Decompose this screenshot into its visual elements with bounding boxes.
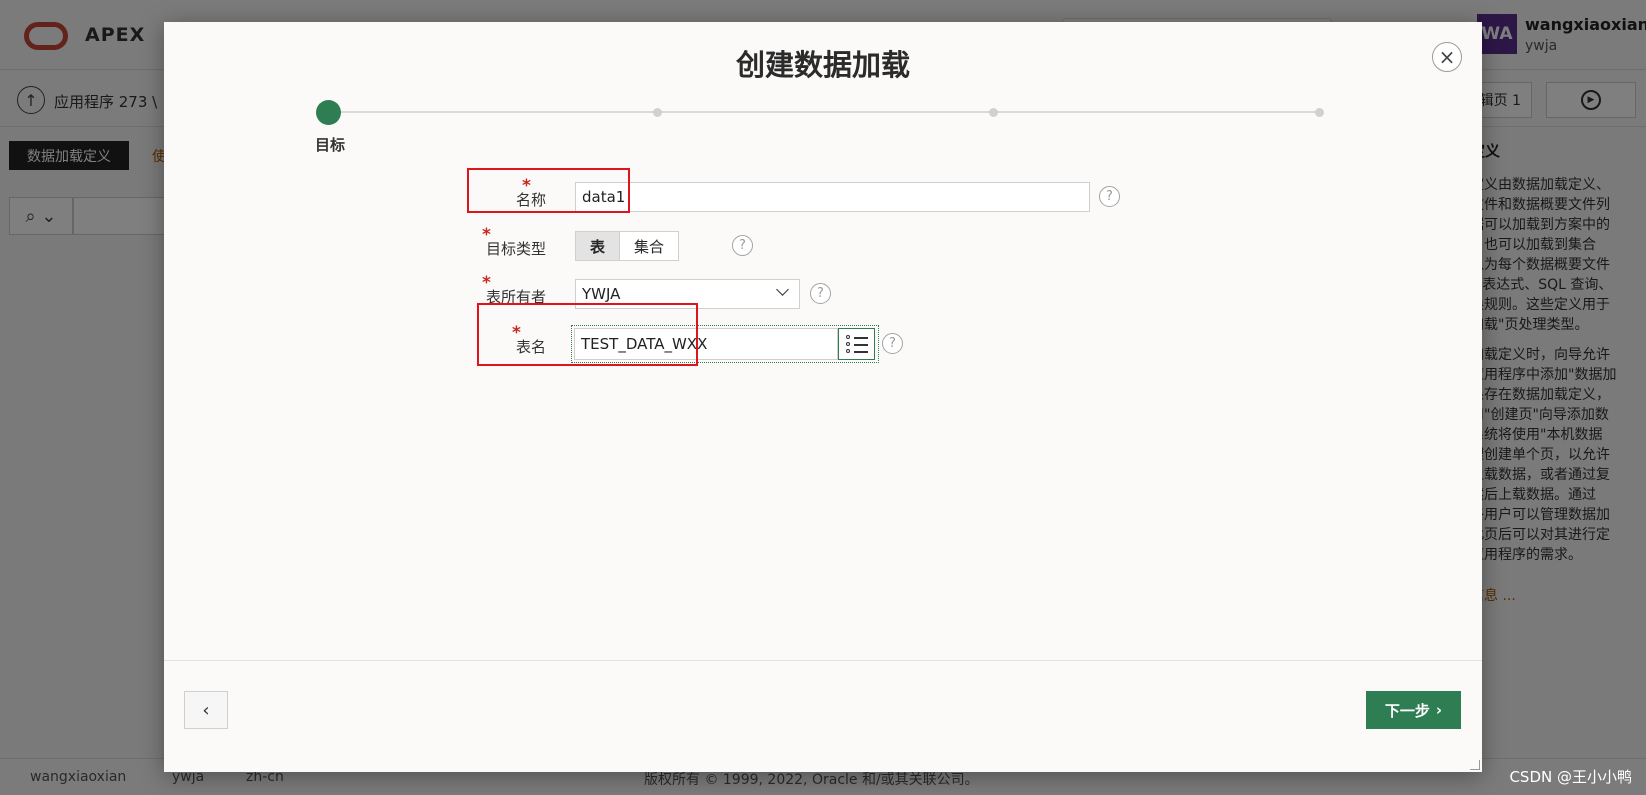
- chevron-right-icon: ›: [1435, 701, 1443, 719]
- create-data-load-dialog: 创建数据加载 × 目标 * 名称 ? * 目标类型 表 集合 ? * 表所有者 …: [164, 22, 1482, 772]
- annotation-box-name: [467, 168, 630, 213]
- watermark: CSDN @王小小鸭: [1509, 768, 1632, 786]
- help-icon[interactable]: ?: [1099, 186, 1120, 207]
- next-button-label: 下一步: [1384, 701, 1430, 720]
- wizard-current-step: [316, 100, 341, 125]
- list-icon: [845, 335, 868, 353]
- option-collection[interactable]: 集合: [620, 232, 679, 260]
- help-icon[interactable]: ?: [882, 333, 903, 354]
- name-row: * 名称 ?: [164, 176, 1482, 216]
- target-type-label: 目标类型: [485, 240, 546, 258]
- help-icon[interactable]: ?: [810, 283, 831, 304]
- target-type-toggle: 表 集合: [575, 231, 680, 261]
- dialog-title: 创建数据加载: [735, 48, 910, 82]
- table-owner-row: * 表所有者 YWJA ?: [164, 273, 1482, 313]
- list-picker-button[interactable]: [838, 328, 875, 360]
- wizard-step-dot: [989, 108, 998, 117]
- wizard-step-label: 目标: [314, 136, 345, 154]
- wizard-step-dot: [1315, 108, 1324, 117]
- help-icon[interactable]: ?: [732, 235, 753, 256]
- resize-handle-icon[interactable]: [1470, 760, 1480, 770]
- next-button[interactable]: 下一步 ›: [1366, 691, 1461, 729]
- previous-button[interactable]: ‹: [184, 691, 228, 729]
- wizard-progress-track: [328, 111, 1318, 113]
- table-name-row: * 表名 TEST_DATA_WXX ?: [164, 323, 1482, 363]
- table-owner-value: YWJA: [582, 285, 621, 303]
- name-input[interactable]: [575, 182, 1090, 212]
- close-icon[interactable]: ×: [1432, 42, 1462, 72]
- annotation-box-table-name: [477, 303, 698, 366]
- chevron-down-icon: [776, 283, 789, 296]
- option-table[interactable]: 表: [576, 232, 621, 260]
- target-type-row: * 目标类型 表 集合 ?: [164, 225, 1482, 265]
- dialog-footer: ‹ 下一步 ›: [164, 660, 1482, 772]
- wizard-step-dot: [653, 108, 662, 117]
